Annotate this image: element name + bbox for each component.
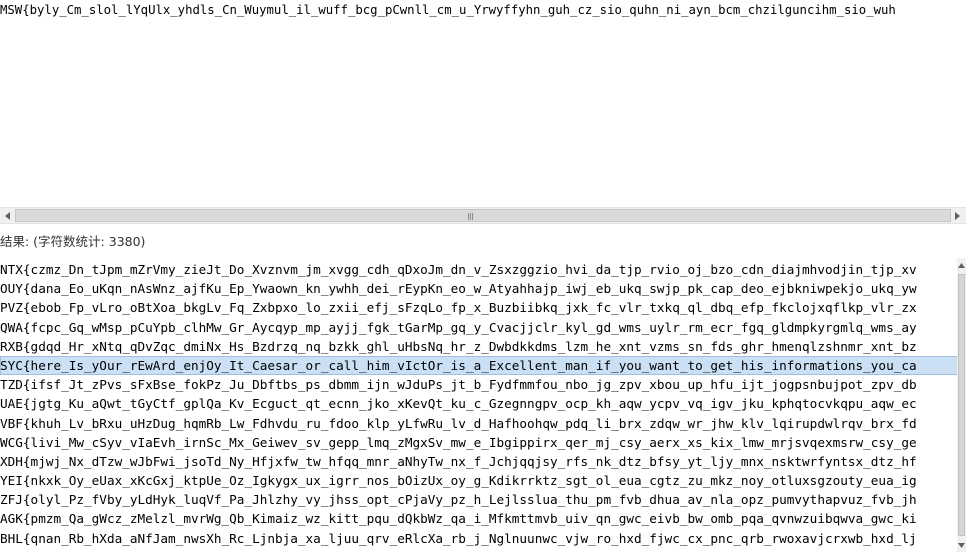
- scroll-right-arrow-icon[interactable]: [951, 208, 965, 223]
- result-row[interactable]: NTX{czmz_Dn_tJpm_mZrVmy_zieJt_Do_Xvznvm_…: [0, 260, 958, 279]
- result-row[interactable]: XDH{mjwj_Nx_dTzw_wJbFwi_jsoTd_Ny_Hfjxfw_…: [0, 452, 958, 471]
- vertical-scrollbar[interactable]: [957, 258, 966, 552]
- scroll-down-arrow-icon[interactable]: [957, 538, 966, 552]
- scroll-grip-icon: [468, 213, 474, 220]
- result-row[interactable]: YEI{nkxk_Oy_eUax_xKcGxj_ktpUe_Oz_Igkygx_…: [0, 471, 958, 490]
- result-rows: NTX{czmz_Dn_tJpm_mZrVmy_zieJt_Do_Xvznvm_…: [0, 260, 958, 552]
- scroll-left-arrow-icon[interactable]: [1, 208, 15, 223]
- result-count-label: 结果: (字符数统计: 3380): [0, 234, 146, 249]
- result-row[interactable]: PVZ{ebob_Fp_vLro_oBtXoa_bkgLv_Fq_Zxbpxo_…: [0, 298, 958, 317]
- result-row[interactable]: ZFJ{olyl_Pz_fVby_yLdHyk_luqVf_Pa_Jhlzhy_…: [0, 490, 958, 509]
- scroll-up-arrow-icon[interactable]: [957, 258, 966, 272]
- result-row[interactable]: VBF{khuh_Lv_bRxu_uHzDug_hqmRb_Lw_Fdhvdu_…: [0, 414, 958, 433]
- result-row[interactable]: OUY{dana_Eo_uKqn_nAsWnz_ajfKu_Ep_Ywaown_…: [0, 279, 958, 298]
- result-row[interactable]: CIM{robo_Sc_iYeb_bOgKbn_oxtYi_Sd_Mkockb_…: [0, 548, 958, 552]
- result-row[interactable]: AGK{pmzm_Qa_gWcz_zMelzl_mvrWg_Qb_Kimaiz_…: [0, 509, 958, 528]
- result-row[interactable]: BHL{qnan_Rb_hXda_aNfJam_nwsXh_Rc_Ljnbja_…: [0, 529, 958, 548]
- vertical-scroll-thumb[interactable]: [958, 274, 965, 536]
- result-list[interactable]: NTX{czmz_Dn_tJpm_mZrVmy_zieJt_Do_Xvznvm_…: [0, 258, 966, 552]
- result-row[interactable]: RXB{gdqd_Hr_xNtq_qDvZqc_dmiNx_Hs_Bzdrzq_…: [0, 337, 958, 356]
- horizontal-scroll-thumb[interactable]: [15, 209, 951, 222]
- result-row-selected[interactable]: SYC{here_Is_yOur_rEwArd_enjOy_It_Caesar_…: [0, 355, 958, 376]
- result-row[interactable]: WCG{livi_Mw_cSyv_vIaEvh_irnSc_Mx_Geiwev_…: [0, 433, 958, 452]
- input-text-area[interactable]: MSW{byly_Cm_slol_lYqUlx_yhdls_Cn_Wuymul_…: [0, 0, 966, 207]
- result-row[interactable]: UAE{jgtg_Ku_aQwt_tGyCtf_gplQa_Kv_Ecguct_…: [0, 394, 958, 413]
- horizontal-scrollbar[interactable]: [0, 207, 966, 224]
- input-text: MSW{byly_Cm_slol_lYqUlx_yhdls_Cn_Wuymul_…: [0, 3, 896, 17]
- result-row[interactable]: TZD{ifsf_Jt_zPvs_sFxBse_fokPz_Ju_Dbftbs_…: [0, 375, 958, 394]
- result-row[interactable]: QWA{fcpc_Gq_wMsp_pCuYpb_clhMw_Gr_Aycqyp_…: [0, 318, 958, 337]
